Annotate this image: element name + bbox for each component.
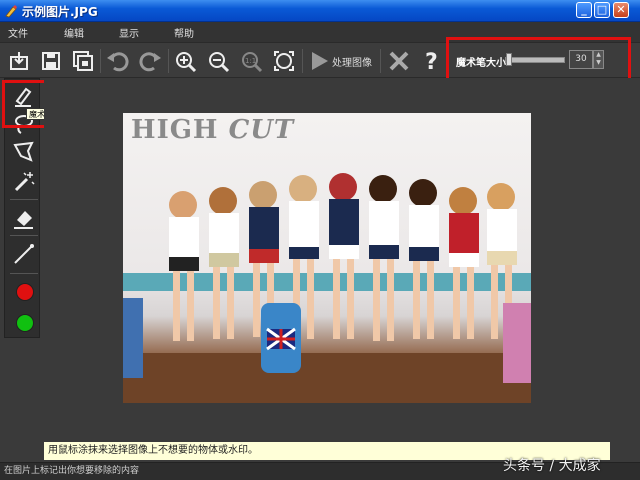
process-icon: [312, 52, 328, 70]
tool-divider: [10, 235, 38, 236]
process-image-button[interactable]: 处理图像: [306, 48, 376, 74]
menu-file[interactable]: 文件: [8, 25, 28, 40]
zoom-out-button[interactable]: [205, 48, 231, 74]
clear-icon: [389, 51, 409, 71]
svg-text:?: ?: [425, 50, 438, 74]
process-image-label: 处理图像: [332, 58, 372, 69]
person: [209, 187, 239, 339]
svg-text:1:1: 1:1: [245, 57, 256, 65]
tool-polygon-lasso[interactable]: [11, 139, 37, 165]
person: [169, 191, 199, 341]
clear-button[interactable]: [386, 48, 412, 74]
zoom-out-icon: [209, 52, 230, 73]
actual-size-button[interactable]: 1:1: [238, 48, 264, 74]
suitcase: [503, 303, 531, 383]
toolbar-divider: [100, 49, 101, 73]
watermark: 头条号 / 大成家: [503, 458, 601, 474]
person: [449, 187, 479, 339]
fit-window-button[interactable]: [271, 48, 297, 74]
eraser-icon: [14, 211, 33, 229]
open-icon: [10, 52, 28, 70]
maximize-button[interactable]: □: [594, 2, 610, 18]
zoom-in-button[interactable]: [172, 48, 198, 74]
photo-title-plain: HIGH: [131, 115, 229, 145]
photo-title: HIGH CUT: [131, 115, 294, 145]
photo-title-italic: CUT: [228, 115, 295, 145]
open-button[interactable]: [6, 48, 32, 74]
undo-icon: [107, 52, 129, 72]
red-marker-color[interactable]: [16, 283, 34, 301]
person: [409, 179, 439, 339]
help-button[interactable]: ?: [419, 48, 445, 75]
save-as-icon: [73, 51, 93, 71]
redo-button[interactable]: [138, 48, 164, 74]
toolbar-divider: [168, 49, 169, 73]
toolbar-divider: [380, 49, 381, 73]
line-icon: [14, 244, 34, 264]
app-icon: [5, 5, 17, 18]
backpack: [261, 303, 301, 373]
close-button[interactable]: ✕: [613, 2, 629, 18]
undo-button[interactable]: [104, 48, 130, 74]
redo-icon: [139, 52, 161, 72]
tool-divider: [10, 273, 38, 274]
help-icon: ?: [425, 50, 438, 75]
tool-divider: [10, 199, 38, 200]
brush-size-highlight: [446, 37, 631, 81]
person: [369, 175, 399, 341]
tool-eraser[interactable]: [11, 205, 37, 231]
save-button[interactable]: [38, 48, 64, 74]
menu-help[interactable]: 帮助: [174, 25, 194, 40]
window-title: 示例图片.JPG: [22, 5, 98, 19]
suitcase: [123, 298, 143, 378]
person: [329, 173, 359, 339]
title-bar: 示例图片.JPG _ □ ✕: [0, 0, 640, 22]
toolbar-divider: [302, 49, 303, 73]
tool-line[interactable]: [11, 241, 37, 267]
green-marker-color[interactable]: [16, 314, 34, 332]
zoom-in-icon: [176, 52, 197, 73]
actual-size-icon: 1:1: [242, 52, 263, 73]
photo[interactable]: HIGH CUT: [123, 113, 531, 403]
photo-people: [123, 173, 531, 383]
tool-magic-wand[interactable]: [11, 169, 37, 195]
menu-view[interactable]: 显示: [119, 25, 139, 40]
polygon-lasso-icon: [13, 141, 34, 162]
menu-edit[interactable]: 编辑: [64, 25, 84, 40]
fit-window-icon: [274, 51, 294, 71]
magic-wand-icon: [14, 172, 35, 192]
minimize-button[interactable]: _: [576, 2, 592, 18]
save-icon: [42, 52, 60, 70]
save-as-button[interactable]: [70, 48, 96, 74]
